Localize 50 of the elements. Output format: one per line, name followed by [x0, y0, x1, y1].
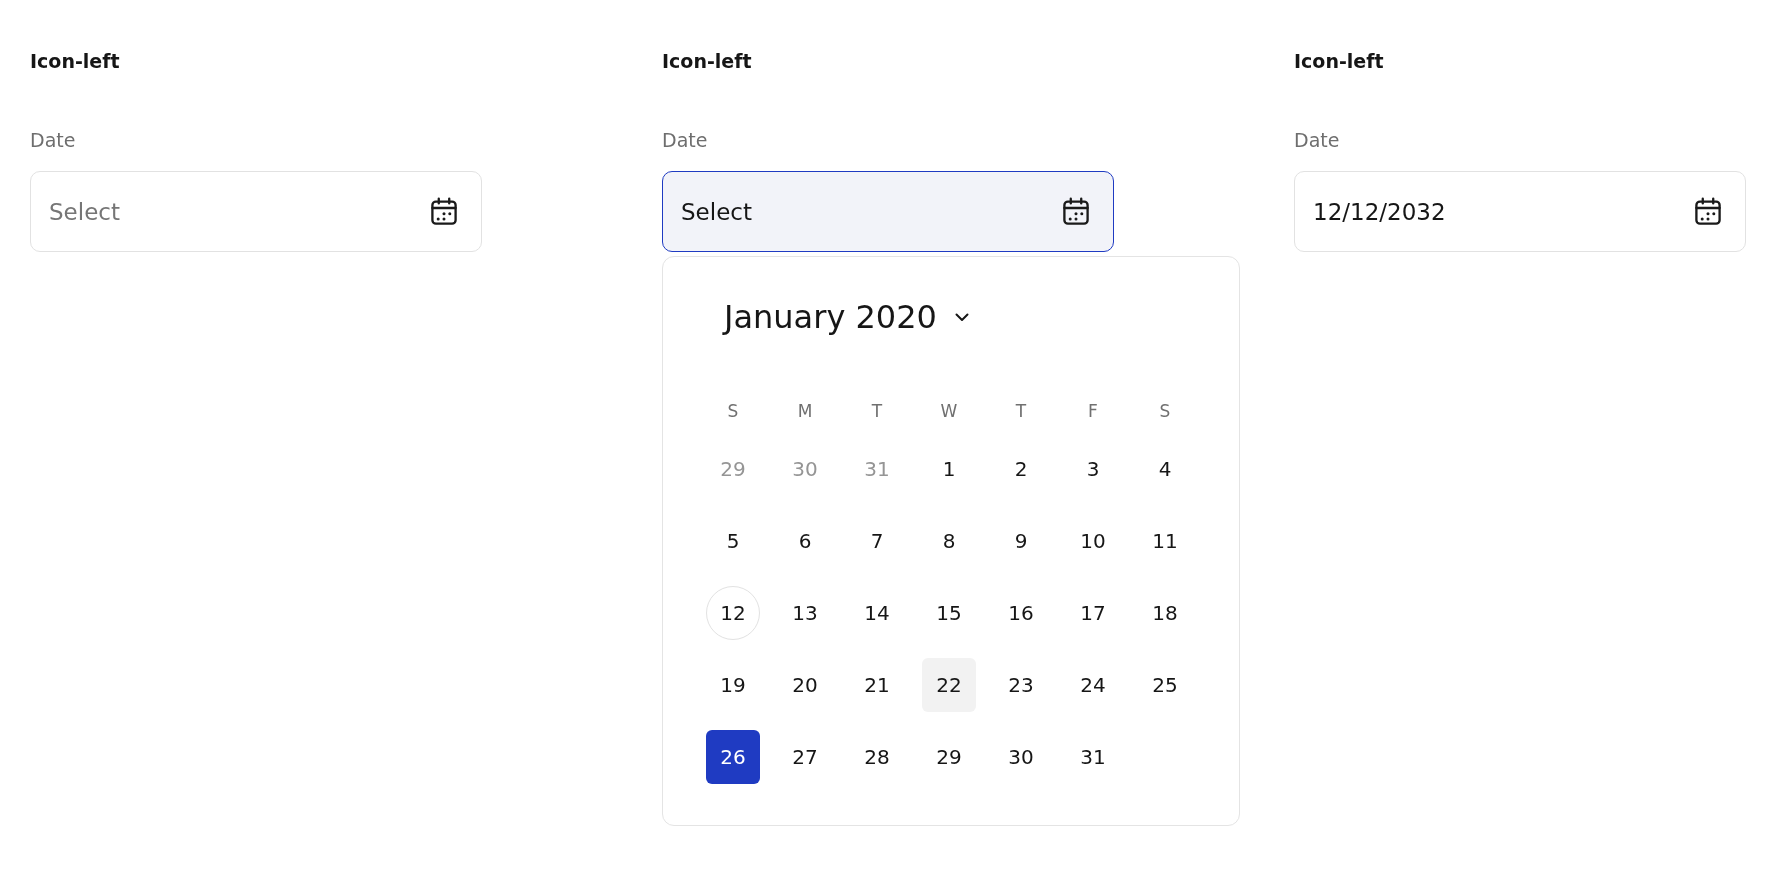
field-heading: Icon-left	[30, 49, 120, 74]
calendar-day[interactable]: 4	[1138, 442, 1192, 496]
field-label: Date	[1294, 128, 1340, 153]
calendar-day[interactable]: 3	[1066, 442, 1120, 496]
weekday-label: S	[727, 399, 739, 422]
calendar-day[interactable]: 15	[922, 586, 976, 640]
calendar-day[interactable]: 27	[778, 730, 832, 784]
calendar-day[interactable]: 14	[850, 586, 904, 640]
calendar-icon	[1694, 197, 1722, 226]
calendar-day[interactable]: 1	[922, 442, 976, 496]
date-field[interactable]: Select	[662, 171, 1114, 252]
calendar-day[interactable]: 21	[850, 658, 904, 712]
calendar-day[interactable]: 5	[706, 514, 760, 568]
calendar-day[interactable]: 13	[778, 586, 832, 640]
calendar-day[interactable]: 16	[994, 586, 1048, 640]
calendar-day[interactable]: 30	[994, 730, 1048, 784]
calendar-day[interactable]: 20	[778, 658, 832, 712]
calendar-day[interactable]: 11	[1138, 514, 1192, 568]
weekday-label: S	[1159, 399, 1171, 422]
calendar-icon	[1062, 197, 1090, 226]
weekday-label: F	[1088, 399, 1098, 422]
calendar-day[interactable]: 22	[922, 658, 976, 712]
field-heading: Icon-left	[662, 49, 752, 74]
month-select[interactable]: January 2020	[724, 297, 969, 337]
calendar-day[interactable]: 31	[1066, 730, 1120, 784]
calendar-day[interactable]: 9	[994, 514, 1048, 568]
calendar-day[interactable]: 10	[1066, 514, 1120, 568]
calendar-day[interactable]: 18	[1138, 586, 1192, 640]
calendar-day[interactable]: 17	[1066, 586, 1120, 640]
calendar-day[interactable]: 7	[850, 514, 904, 568]
calendar-day[interactable]: 25	[1138, 658, 1192, 712]
calendar-day[interactable]: 6	[778, 514, 832, 568]
field-label: Date	[662, 128, 708, 153]
calendar-day[interactable]: 19	[706, 658, 760, 712]
calendar-day[interactable]: 29	[922, 730, 976, 784]
field-heading: Icon-left	[1294, 49, 1384, 74]
weekday-label: T	[1015, 399, 1027, 422]
calendar-day[interactable]: 8	[922, 514, 976, 568]
calendar-day[interactable]: 28	[850, 730, 904, 784]
weekday-label: M	[797, 399, 813, 422]
calendar-icon	[430, 197, 458, 226]
field-label: Date	[30, 128, 76, 153]
calendar-day[interactable]: 24	[1066, 658, 1120, 712]
date-field[interactable]: 12/12/2032	[1294, 171, 1746, 252]
weekday-label: W	[940, 399, 958, 422]
calendar-day[interactable]: 23	[994, 658, 1048, 712]
calendar-day[interactable]: 26	[706, 730, 760, 784]
calendar-day[interactable]: 2	[994, 442, 1048, 496]
chevron-down-icon	[954, 312, 969, 322]
weekday-label: T	[871, 399, 883, 422]
